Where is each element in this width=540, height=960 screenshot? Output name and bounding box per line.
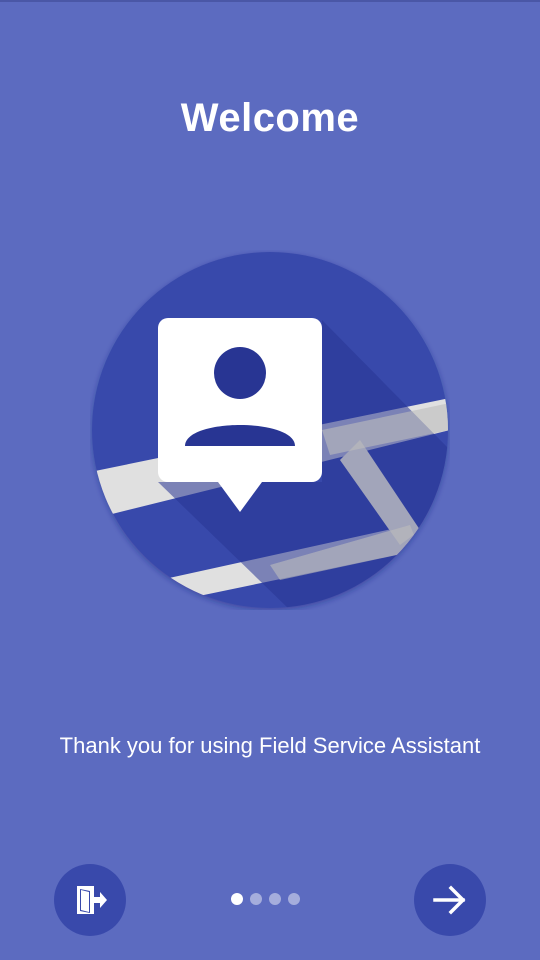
exit-button[interactable] (54, 864, 126, 936)
page-dot-3 (269, 893, 281, 905)
page-dot-1 (231, 893, 243, 905)
arrow-right-icon (433, 885, 466, 915)
exit-door-icon (77, 886, 107, 914)
next-button[interactable] (414, 864, 486, 936)
page-dot-4 (288, 893, 300, 905)
contact-map-pin-icon (92, 252, 448, 608)
status-bar-edge (0, 0, 540, 2)
page-dot-2 (250, 893, 262, 905)
welcome-message: Thank you for using Field Service Assist… (59, 733, 481, 758)
page-indicator (231, 893, 300, 905)
welcome-illustration (90, 250, 450, 610)
page-title: Welcome (180, 96, 360, 140)
